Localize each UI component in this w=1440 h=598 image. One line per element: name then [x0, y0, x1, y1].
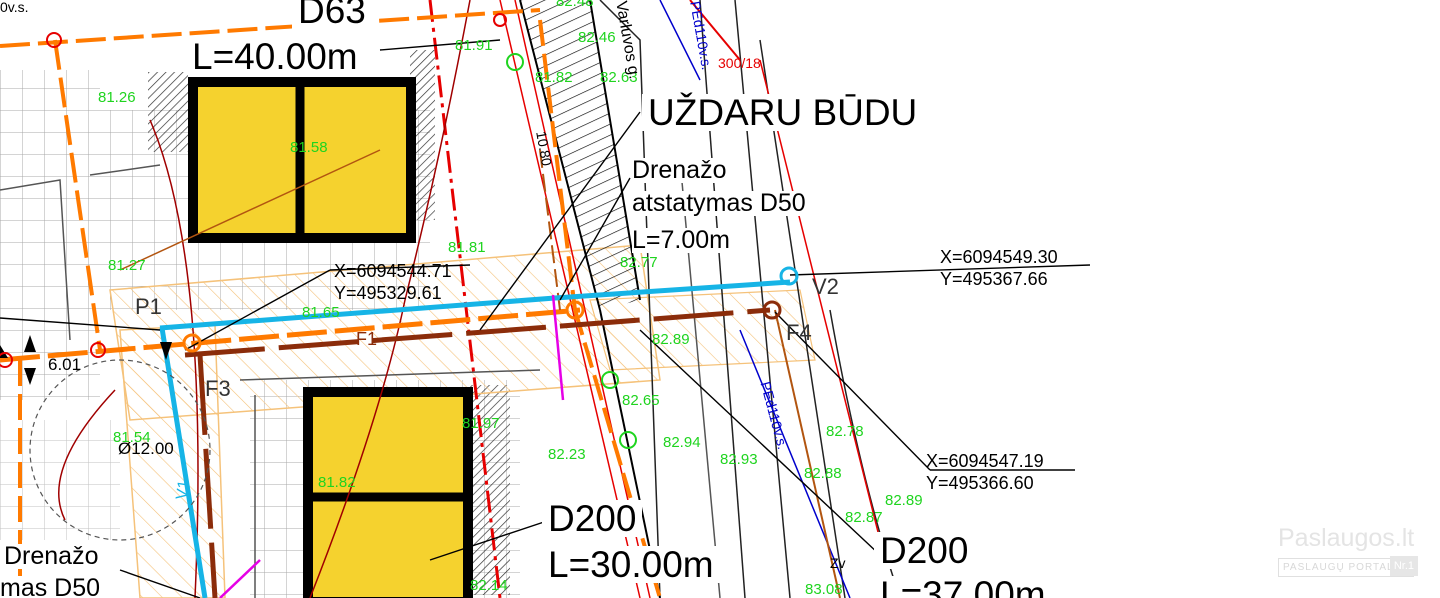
pipe-label: 0v.s.	[0, 0, 29, 15]
pipe-length-label: L=40.00m	[186, 38, 364, 75]
elevation-label: 82.94	[663, 434, 701, 451]
elevation-label: 81.58	[290, 139, 328, 156]
coordinate-y: Y=495366.60	[926, 473, 1034, 493]
elevation-label: 82.23	[548, 446, 586, 463]
dimension-label: 6.01	[48, 355, 82, 374]
elevation-label: 82.88	[804, 465, 842, 482]
elevation-label: 82.77	[620, 254, 658, 271]
elevation-label: 81.65	[302, 304, 340, 321]
elevation-label: 82.93	[720, 451, 758, 468]
elevation-label: 81.26	[98, 89, 136, 106]
elevation-label: 82.46	[578, 29, 616, 46]
elevation-label: 81.97	[462, 415, 500, 432]
drain-label: mas D50	[0, 576, 101, 598]
coordinate-y: Y=495367.66	[940, 269, 1048, 289]
coordinate-y: Y=495329.61	[334, 283, 442, 303]
elevation-label: 82.65	[622, 392, 660, 409]
elevation-label: 82.14	[470, 577, 508, 594]
elevation-label: 82.48	[556, 0, 594, 10]
installation-method-label: UŽDARU BŪDU	[642, 94, 924, 131]
elevation-label: 81.82	[535, 69, 573, 86]
point-label-p1: P1	[135, 294, 162, 319]
drain-label: Drenažo	[4, 542, 99, 570]
elevation-label: 81.82	[318, 474, 356, 491]
circle-diameter-label: Ø12.00	[118, 439, 174, 458]
road-code: 300/18	[718, 55, 761, 71]
pipe-diameter-label: D200	[542, 500, 643, 537]
elevation-label: 82.87	[845, 509, 883, 526]
point-label-v2: V2	[812, 274, 839, 299]
site-plan-drawing: 81.91 82.46 81.82 82.63 81.26 81.58 81.8…	[0, 0, 1440, 598]
point-label-f4: F4	[786, 320, 812, 345]
elevation-label: 82.78	[826, 423, 864, 440]
pipe-length-label: L=30.00m	[542, 546, 720, 583]
elevation-label: 81.91	[455, 37, 493, 54]
drain-label: Drenažo	[632, 156, 727, 184]
elevation-label: 82.89	[885, 492, 923, 509]
pipe-length-label: L=37.00m	[874, 576, 1052, 598]
elevation-label: 81.27	[108, 257, 146, 274]
elevation-label: 83.08	[805, 581, 843, 598]
drain-label: atstatymas D50	[632, 189, 806, 217]
coordinate-x: X=6094544.71	[334, 261, 452, 281]
watermark-logo: Paslaugos.lt PASLAUGŲ PORTALAS Nr.1	[1272, 522, 1418, 578]
elevation-label: 82.89	[652, 331, 690, 348]
coordinate-x: X=6094549.30	[940, 247, 1058, 267]
point-label-f3: F3	[205, 376, 231, 401]
elevation-label: 81.81	[448, 239, 486, 256]
watermark-badge: Nr.1	[1389, 556, 1418, 576]
watermark-title: Paslaugos.lt	[1278, 524, 1415, 552]
point-label-v1: V1	[173, 479, 194, 501]
point-label-zv: Zv	[830, 555, 846, 571]
point-label-f1: F1	[356, 329, 378, 349]
plan-canvas	[0, 0, 1091, 598]
pipe-diameter-label: D200	[874, 532, 975, 569]
drain-length-label: L=7.00m	[632, 226, 730, 254]
pipe-diameter-label: D63	[292, 0, 372, 29]
coordinate-x: X=6094547.19	[926, 451, 1044, 471]
